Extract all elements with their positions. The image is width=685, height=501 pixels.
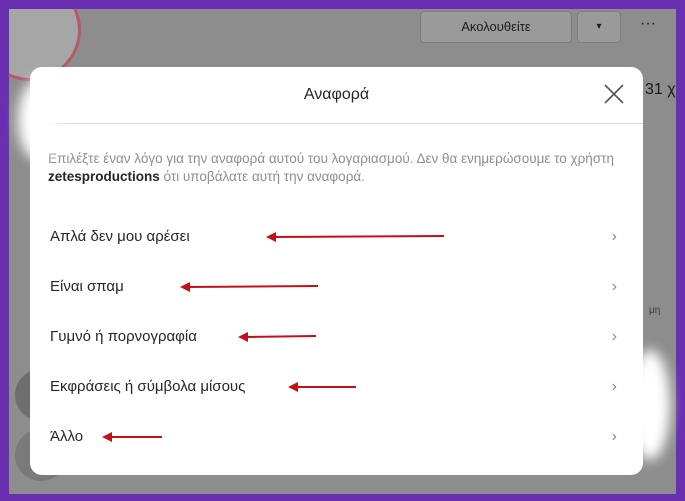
username: zetesproductions (48, 169, 160, 184)
reason-list: Απλά δεν μου αρέσει › Είναι σπαμ › Γυμνό… (30, 212, 643, 462)
reason-label: Εκφράσεις ή σύμβολα μίσους (50, 378, 246, 395)
close-icon (604, 84, 624, 104)
close-button[interactable] (601, 81, 627, 107)
suggestions-dropdown-button[interactable]: ▾ (577, 11, 621, 43)
chevron-right-icon: › (611, 228, 617, 245)
dialog-header: Αναφορά (30, 67, 643, 124)
chevron-right-icon: › (611, 428, 617, 445)
following-button[interactable]: Ακολουθείτε (420, 11, 572, 43)
reason-label: Άλλο (50, 428, 84, 445)
reason-item-spam[interactable]: Είναι σπαμ › (30, 262, 643, 312)
blur-smudge (630, 350, 670, 460)
reason-item-other[interactable]: Άλλο › (30, 412, 643, 462)
chevron-right-icon: › (611, 378, 617, 395)
annotation-arrow-icon (238, 332, 317, 342)
report-description: Επιλέξτε έναν λόγο για την αναφορά αυτού… (30, 124, 643, 210)
blur-smudge (18, 80, 58, 160)
description-text: Επιλέξτε έναν λόγο για την αναφορά αυτού… (48, 151, 614, 166)
reason-item-dislike[interactable]: Απλά δεν μου αρέσει › (30, 212, 643, 262)
reason-label: Είναι σπαμ (50, 278, 124, 295)
reason-label: Γυμνό ή πορνογραφία (50, 328, 197, 345)
dialog-title: Αναφορά (303, 86, 370, 103)
more-options-button[interactable]: ··· (628, 11, 668, 41)
chevron-right-icon: › (611, 278, 617, 295)
annotation-arrow-icon (180, 282, 319, 292)
annotation-arrow-icon (288, 382, 356, 392)
annotation-arrow-icon (266, 232, 445, 242)
annotation-arrow-icon (102, 432, 162, 442)
report-dialog: Αναφορά Επιλέξτε έναν λόγο για την αναφο… (30, 67, 643, 475)
description-text: ότι υποβάλατε αυτή την αναφορά. (159, 169, 365, 184)
reason-item-nudity[interactable]: Γυμνό ή πορνογραφία › (30, 312, 643, 362)
chevron-right-icon: › (611, 328, 617, 345)
reason-label: Απλά δεν μου αρέσει (50, 228, 190, 245)
sidebar-text: μη (649, 305, 661, 316)
reason-item-hate-speech[interactable]: Εκφράσεις ή σύμβολα μίσους › (30, 362, 643, 412)
profile-stat-text: 31 χρ (645, 81, 676, 98)
